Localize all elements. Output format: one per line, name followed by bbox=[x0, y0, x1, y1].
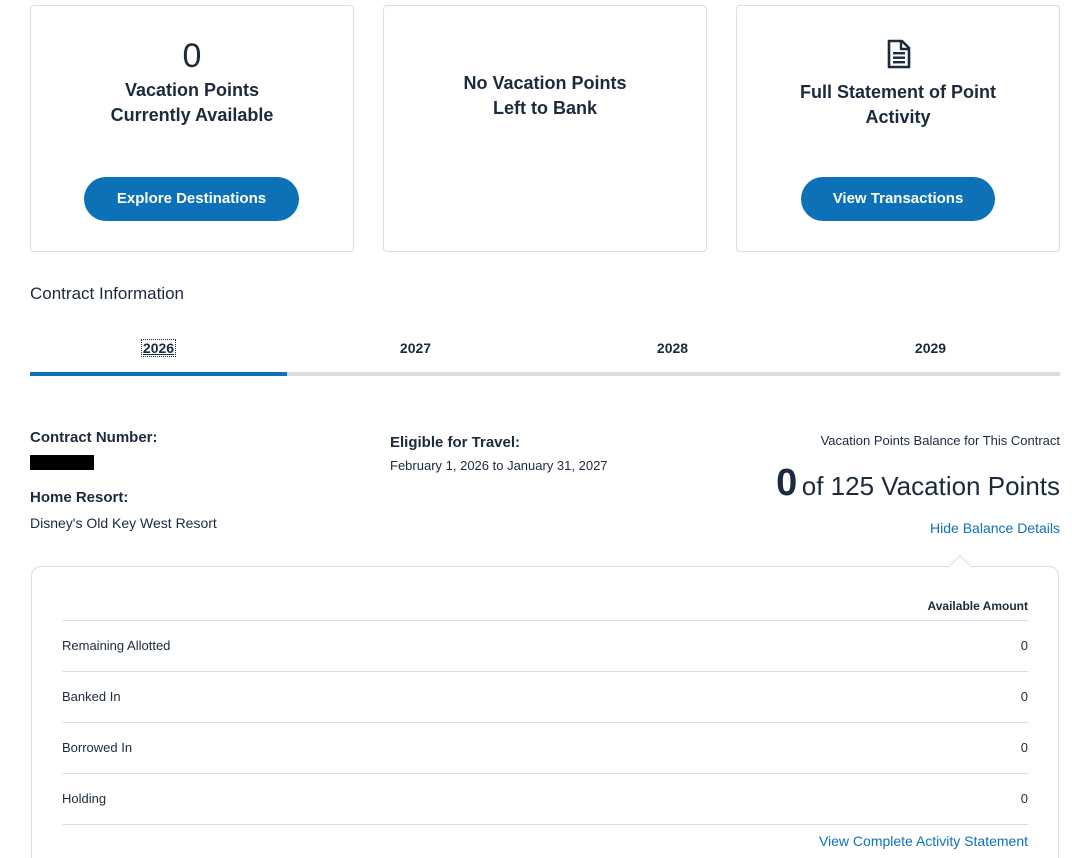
contract-information-title: Contract Information bbox=[30, 284, 185, 303]
tab-2026[interactable]: 2026 bbox=[30, 334, 287, 364]
bank-points-title: No Vacation Points Left to Bank bbox=[463, 73, 627, 118]
year-tabs: 2026 2027 2028 2029 bbox=[30, 334, 1060, 376]
row-label: Borrowed In bbox=[62, 740, 133, 755]
tab-2029[interactable]: 2029 bbox=[802, 334, 1059, 364]
row-label: Holding bbox=[62, 791, 107, 806]
row-label: Banked In bbox=[62, 689, 121, 704]
table-divider bbox=[62, 824, 1028, 825]
row-label: Remaining Allotted bbox=[62, 638, 171, 653]
contract-number-label: Contract Number: bbox=[30, 429, 158, 446]
document-icon bbox=[887, 39, 911, 69]
statement-title: Full Statement of Point Activity bbox=[800, 82, 996, 127]
contract-number-redacted bbox=[30, 455, 94, 470]
explore-destinations-button[interactable]: Explore Destinations bbox=[84, 177, 299, 221]
row-value: 0 bbox=[1020, 689, 1028, 704]
balance-details-panel: Available Amount Remaining Allotted 0 Ba… bbox=[31, 554, 1059, 858]
bank-points-card: No Vacation Points Left to Bank bbox=[383, 5, 707, 252]
view-transactions-button[interactable]: View Transactions bbox=[801, 177, 995, 221]
points-available-card: 0 Vacation Points Currently Available Ex… bbox=[30, 5, 354, 252]
active-tab-indicator bbox=[30, 372, 287, 376]
balance-current: 0 bbox=[776, 462, 798, 504]
panel-caret bbox=[948, 554, 972, 578]
table-row: Holding 0 bbox=[62, 773, 1028, 824]
table-row: Borrowed In 0 bbox=[62, 722, 1028, 773]
balance-summary: 0 of 125 Vacation Points bbox=[776, 462, 1060, 505]
table-row: Remaining Allotted 0 bbox=[62, 620, 1028, 671]
available-points-count: 0 bbox=[182, 37, 202, 75]
tab-2028[interactable]: 2028 bbox=[544, 334, 801, 364]
tab-2027[interactable]: 2027 bbox=[287, 334, 544, 364]
available-points-title: Vacation Points Currently Available bbox=[110, 80, 274, 125]
home-resort-label: Home Resort: bbox=[30, 489, 129, 506]
home-resort-value: Disney's Old Key West Resort bbox=[30, 515, 217, 531]
view-activity-statement-link[interactable]: View Complete Activity Statement bbox=[819, 833, 1028, 849]
row-value: 0 bbox=[1020, 740, 1028, 755]
eligible-travel-dates: February 1, 2026 to January 31, 2027 bbox=[390, 458, 608, 473]
available-amount-header: Available Amount bbox=[927, 599, 1028, 613]
row-value: 0 bbox=[1020, 638, 1028, 653]
table-row: Banked In 0 bbox=[62, 671, 1028, 722]
balance-total: of 125 Vacation Points bbox=[801, 471, 1060, 501]
eligible-travel-label: Eligible for Travel: bbox=[390, 434, 521, 451]
hide-balance-details-link[interactable]: Hide Balance Details bbox=[930, 520, 1060, 536]
row-value: 0 bbox=[1020, 791, 1028, 806]
balance-label: Vacation Points Balance for This Contrac… bbox=[820, 433, 1060, 448]
statement-card: Full Statement of Point Activity View Tr… bbox=[736, 5, 1060, 252]
